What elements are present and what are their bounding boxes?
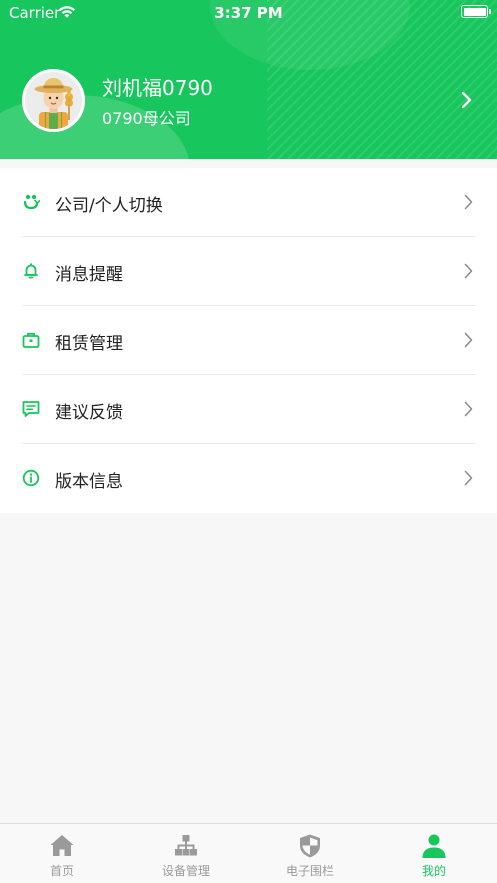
shield-icon: [297, 833, 323, 859]
hierarchy-icon: [173, 833, 199, 859]
user-company: 0790母公司: [102, 109, 191, 128]
tab-geofence[interactable]: 电子围栏: [248, 824, 372, 883]
menu-item-label: 租赁管理: [55, 334, 123, 354]
clock: 3:37 PM: [214, 4, 283, 22]
profile-header: Carrier 3:37 PM 刘机福0790 0790母公司: [0, 0, 497, 159]
tab-label: 设备管理: [161, 864, 210, 878]
bell-icon: [22, 262, 40, 280]
chevron-right-icon: [464, 263, 473, 283]
menu-item-label: 消息提醒: [55, 265, 123, 285]
tab-home[interactable]: 首页: [0, 824, 124, 883]
menu-item-label: 公司/个人切换: [55, 196, 163, 216]
menu-item-feedback[interactable]: 建议反馈: [22, 375, 476, 444]
switch-icon: [22, 193, 41, 211]
person-icon: [421, 833, 447, 859]
menu-item-rental-management[interactable]: 租赁管理: [22, 306, 476, 375]
chevron-right-icon: [464, 332, 473, 352]
tab-label: 我的: [421, 864, 446, 878]
menu-item-label: 建议反馈: [55, 403, 123, 423]
briefcase-icon: [22, 331, 40, 349]
profile-card[interactable]: 刘机福0790 0790母公司: [0, 64, 497, 136]
status-bar: Carrier 3:37 PM: [0, 0, 497, 26]
tab-device-management[interactable]: 设备管理: [124, 824, 248, 883]
menu-item-version-info[interactable]: 版本信息: [22, 444, 476, 513]
home-icon: [49, 833, 75, 859]
info-icon: [22, 469, 40, 487]
farmer-avatar-icon: [25, 72, 82, 129]
battery-icon: [461, 5, 491, 18]
chevron-right-icon: [464, 470, 473, 490]
chevron-right-icon: [464, 401, 473, 421]
tab-mine[interactable]: 我的: [372, 824, 496, 883]
settings-menu: 公司/个人切换 消息提醒 租赁管理 建议反馈 版本信息: [0, 168, 497, 513]
chevron-right-icon: [461, 91, 472, 113]
menu-item-switch-account[interactable]: 公司/个人切换: [22, 168, 476, 237]
chevron-right-icon: [464, 194, 473, 214]
avatar: [22, 69, 85, 132]
feedback-icon: [22, 400, 40, 418]
tab-label: 首页: [49, 864, 74, 878]
menu-item-label: 版本信息: [55, 472, 123, 492]
menu-item-notifications[interactable]: 消息提醒: [22, 237, 476, 306]
tab-bar: 首页 设备管理 电子围栏 我的: [0, 823, 497, 883]
tab-label: 电子围栏: [285, 864, 334, 878]
user-name: 刘机福0790: [102, 76, 213, 100]
